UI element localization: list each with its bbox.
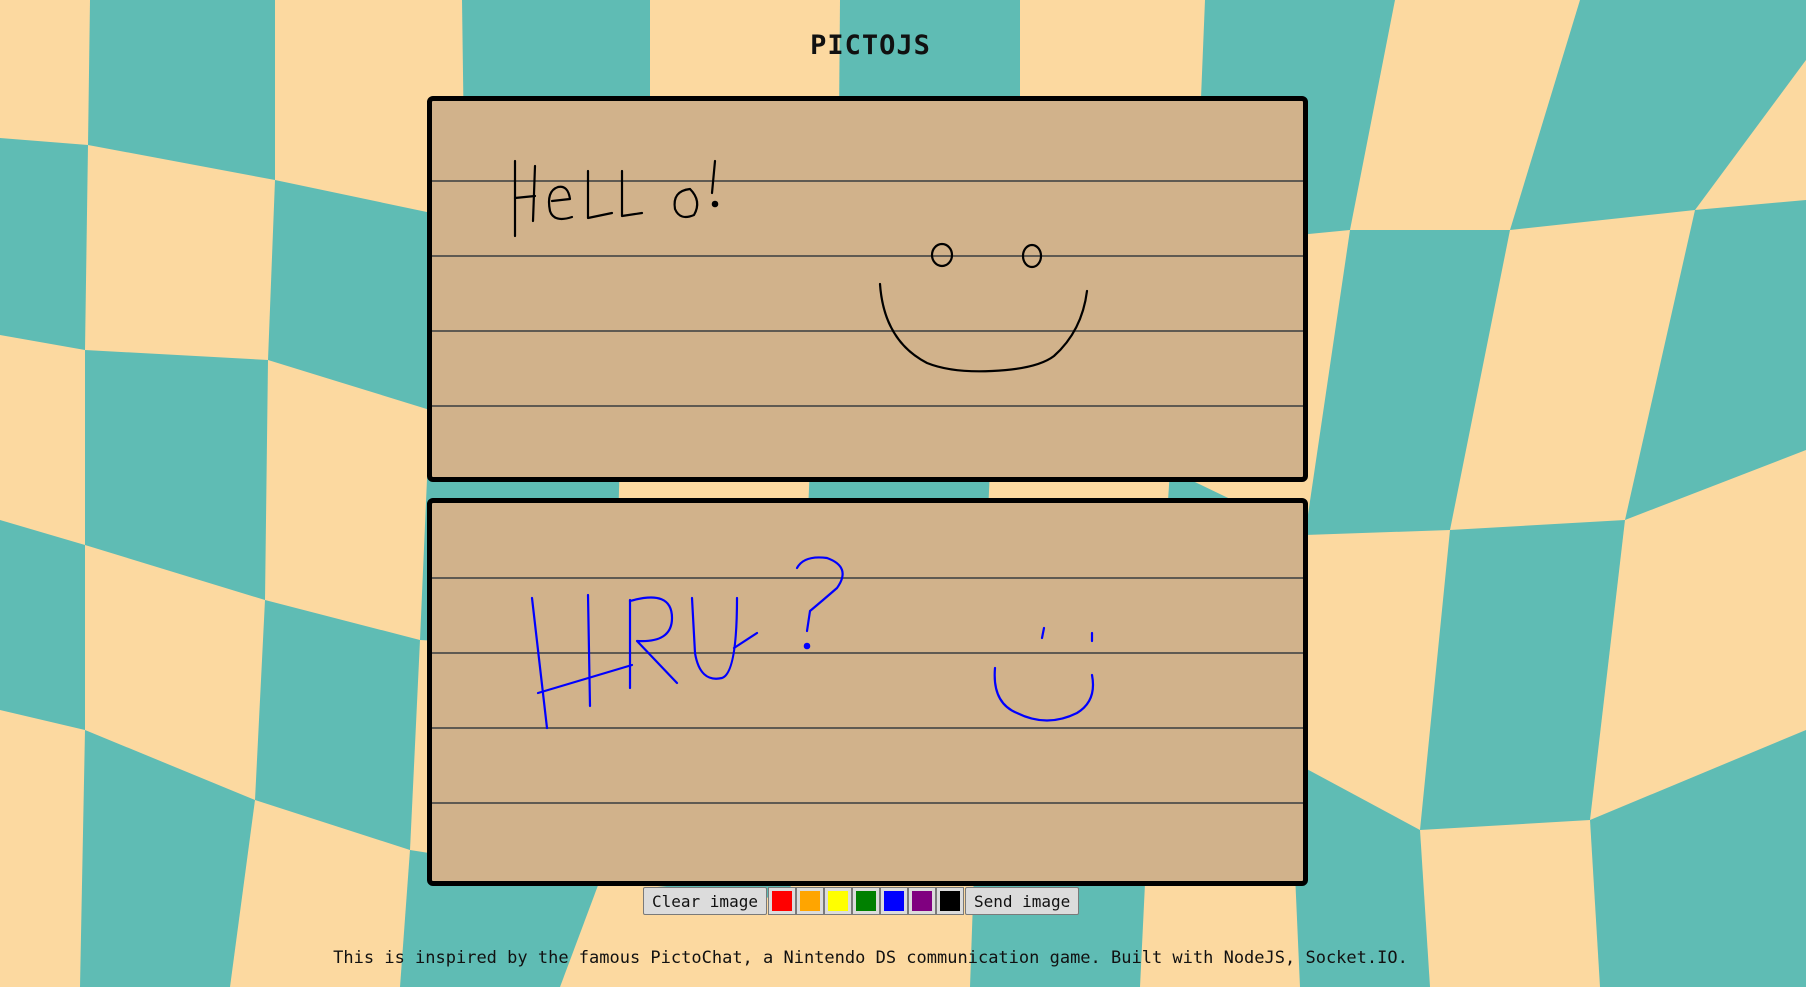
color-swatch-blue[interactable] xyxy=(879,887,908,915)
color-swatch-red[interactable] xyxy=(767,887,796,915)
received-drawing xyxy=(513,159,1089,373)
color-swatch-black[interactable] xyxy=(935,887,964,915)
color-swatch-purple[interactable] xyxy=(907,887,936,915)
drawing-toolbar: Clear image Send image xyxy=(643,886,1080,916)
draft-drawing xyxy=(530,556,1095,730)
clear-image-button[interactable]: Clear image xyxy=(643,887,767,915)
received-message-board xyxy=(427,96,1308,482)
footer-text: This is inspired by the famous PictoChat… xyxy=(333,948,1408,968)
send-image-button[interactable]: Send image xyxy=(964,887,1080,915)
drawing-canvas[interactable] xyxy=(427,498,1308,886)
color-swatch-orange[interactable] xyxy=(795,887,824,915)
color-swatch-yellow[interactable] xyxy=(823,887,852,915)
page-title: PICTOJS xyxy=(810,30,931,61)
color-swatch-green[interactable] xyxy=(851,887,880,915)
